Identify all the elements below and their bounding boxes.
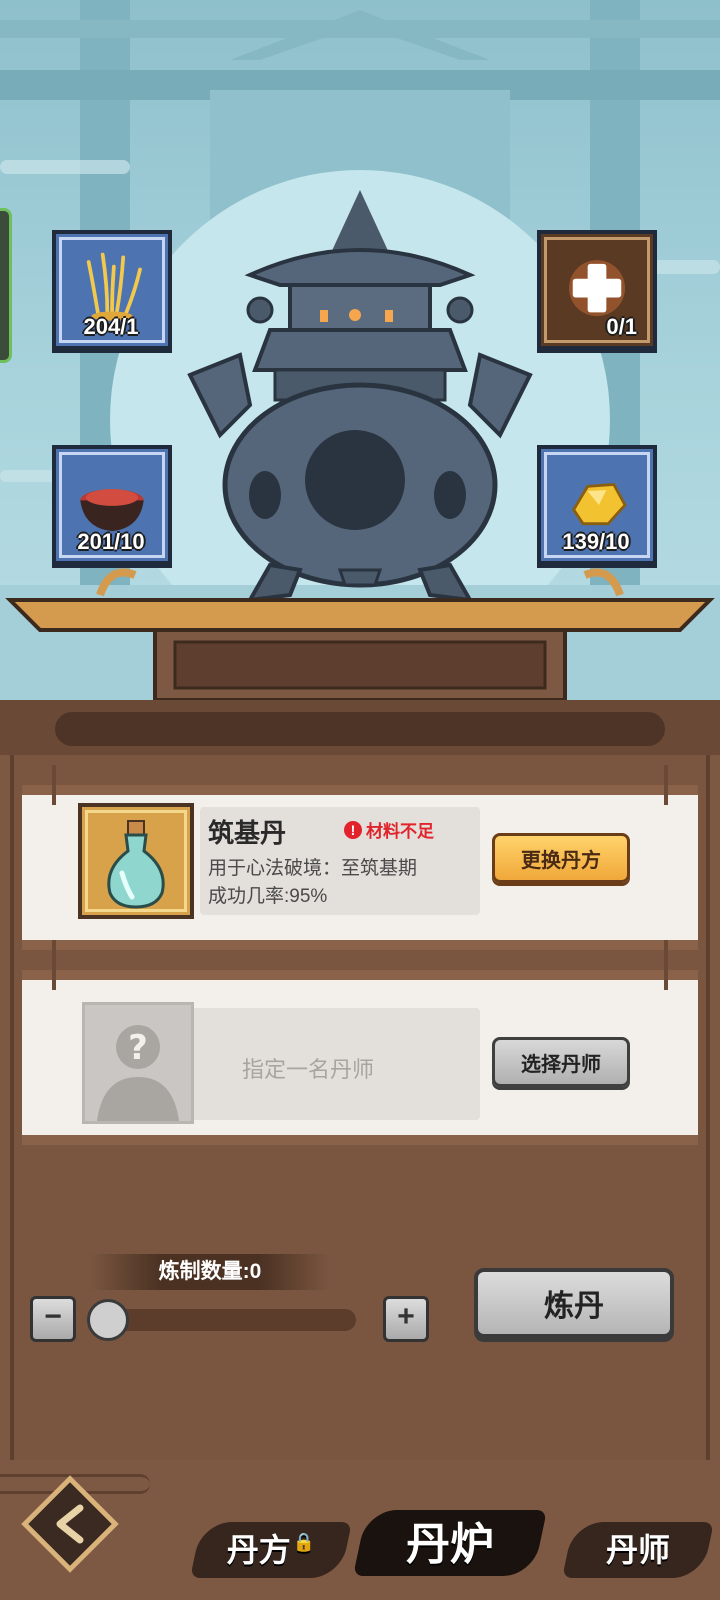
tab-label: 丹炉	[406, 1519, 494, 1570]
tab-furnace[interactable]: 丹炉	[352, 1500, 548, 1580]
alchemy-furnace	[187, 190, 533, 603]
pill-bottle-icon	[107, 820, 165, 909]
recipe-name: 筑基丹	[208, 818, 287, 848]
material-count: 139/10	[562, 529, 630, 554]
recipe-usage: 用于心法破境：至筑基期	[208, 858, 418, 879]
tab-alchemists[interactable]: 丹师	[562, 1508, 714, 1588]
select-alchemist-button[interactable]: 选择丹师	[492, 1037, 630, 1087]
alchemist-placeholder: 指定一名丹师	[242, 1057, 375, 1082]
material-slot-powder[interactable]: 201/10	[52, 445, 172, 565]
quantity-slider-track[interactable]	[90, 1309, 356, 1331]
material-count: 201/10	[77, 529, 145, 554]
quantity-label: 炼制数量:0	[90, 1254, 330, 1290]
tab-label: 丹师	[605, 1531, 670, 1569]
panel-header	[0, 700, 720, 755]
quantity-slider-knob[interactable]	[87, 1299, 129, 1341]
refine-button[interactable]: 炼丹	[474, 1268, 674, 1338]
tab-recipes[interactable]: 丹方 🔒	[190, 1508, 352, 1588]
lock-icon: 🔒	[292, 1531, 316, 1553]
material-count: 0/1	[606, 314, 637, 339]
alchemist-card: ? 指定一名丹师 选择丹师	[22, 940, 698, 1145]
material-slot-herb[interactable]: 204/1	[52, 230, 172, 350]
furnace-stand	[5, 568, 715, 700]
furnace-scene: 204/1 0/1 201/10 139/10	[0, 0, 720, 700]
left-side-tab[interactable]	[0, 208, 12, 363]
recipe-success-rate: 成功几率:95%	[208, 886, 328, 907]
change-recipe-button[interactable]: 更换丹方	[492, 833, 630, 883]
quantity-plus-button[interactable]: +	[383, 1296, 429, 1342]
panel-header-bar	[55, 712, 665, 746]
warning-text: 材料不足	[366, 822, 434, 841]
hanging-rope	[52, 765, 56, 805]
recipe-card: 筑基丹 ! 材料不足 用于心法破境：至筑基期 成功几率:95% 更换丹方	[22, 765, 698, 950]
recipe-icon[interactable]	[78, 803, 194, 919]
warning-icon: !	[344, 820, 362, 839]
insufficient-materials-badge: ! 材料不足	[344, 817, 434, 842]
material-count: 204/1	[83, 314, 139, 339]
tab-label: 丹方	[226, 1531, 291, 1569]
hanging-rope	[664, 940, 668, 990]
unknown-person-icon: ?	[97, 1025, 179, 1121]
hanging-rope	[664, 765, 668, 805]
svg-text:?: ?	[128, 1028, 148, 1068]
hanging-rope	[52, 940, 56, 990]
alchemist-avatar-placeholder[interactable]: ?	[82, 1002, 194, 1124]
quantity-minus-button[interactable]: −	[30, 1296, 76, 1342]
back-button[interactable]	[18, 1472, 122, 1576]
material-slot-gold[interactable]: 139/10	[537, 445, 657, 565]
material-slot-add[interactable]: 0/1	[537, 230, 657, 350]
